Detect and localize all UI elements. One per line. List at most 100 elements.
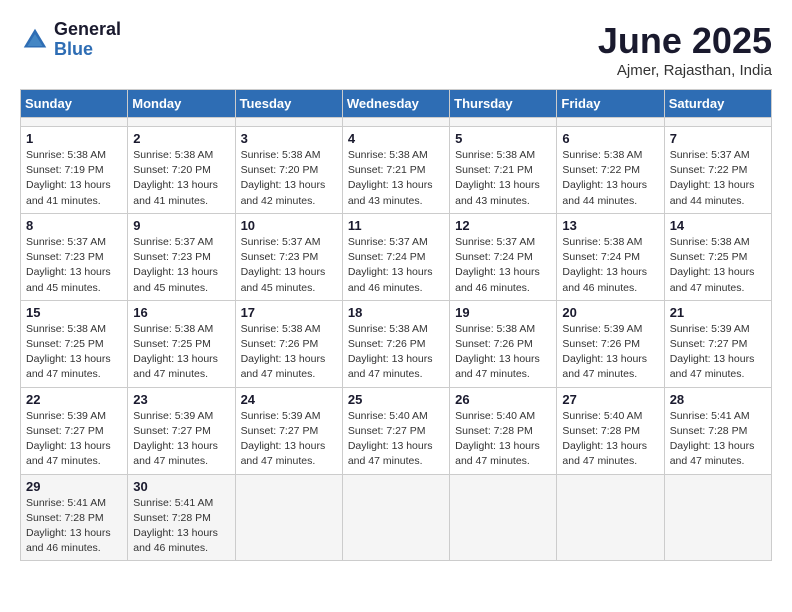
- empty-cell: [664, 118, 771, 127]
- day-15: 15 Sunrise: 5:38 AMSunset: 7:25 PMDaylig…: [21, 300, 128, 387]
- day-info: Sunrise: 5:39 AMSunset: 7:27 PMDaylight:…: [241, 409, 337, 470]
- day-number: 3: [241, 131, 337, 146]
- day-info: Sunrise: 5:38 AMSunset: 7:25 PMDaylight:…: [670, 235, 766, 296]
- day-info: Sunrise: 5:38 AMSunset: 7:22 PMDaylight:…: [562, 148, 658, 209]
- day-number: 21: [670, 305, 766, 320]
- day-number: 18: [348, 305, 444, 320]
- empty-cell: [342, 474, 449, 561]
- day-info: Sunrise: 5:37 AMSunset: 7:23 PMDaylight:…: [26, 235, 122, 296]
- day-26: 26 Sunrise: 5:40 AMSunset: 7:28 PMDaylig…: [450, 387, 557, 474]
- day-6: 6 Sunrise: 5:38 AMSunset: 7:22 PMDayligh…: [557, 127, 664, 214]
- day-17: 17 Sunrise: 5:38 AMSunset: 7:26 PMDaylig…: [235, 300, 342, 387]
- day-12: 12 Sunrise: 5:37 AMSunset: 7:24 PMDaylig…: [450, 213, 557, 300]
- day-16: 16 Sunrise: 5:38 AMSunset: 7:25 PMDaylig…: [128, 300, 235, 387]
- day-number: 23: [133, 392, 229, 407]
- day-number: 10: [241, 218, 337, 233]
- col-thursday: Thursday: [450, 90, 557, 118]
- page-header: General Blue June 2025 Ajmer, Rajasthan,…: [20, 20, 772, 79]
- day-number: 30: [133, 479, 229, 494]
- day-number: 29: [26, 479, 122, 494]
- empty-cell: [21, 118, 128, 127]
- day-number: 19: [455, 305, 551, 320]
- day-number: 28: [670, 392, 766, 407]
- day-number: 11: [348, 218, 444, 233]
- day-number: 26: [455, 392, 551, 407]
- day-info: Sunrise: 5:40 AMSunset: 7:27 PMDaylight:…: [348, 409, 444, 470]
- day-number: 9: [133, 218, 229, 233]
- empty-cell: [557, 118, 664, 127]
- day-info: Sunrise: 5:40 AMSunset: 7:28 PMDaylight:…: [455, 409, 551, 470]
- week-row-1: [21, 118, 772, 127]
- day-24: 24 Sunrise: 5:39 AMSunset: 7:27 PMDaylig…: [235, 387, 342, 474]
- day-info: Sunrise: 5:38 AMSunset: 7:25 PMDaylight:…: [133, 322, 229, 383]
- day-number: 5: [455, 131, 551, 146]
- day-number: 25: [348, 392, 444, 407]
- empty-cell: [664, 474, 771, 561]
- day-number: 14: [670, 218, 766, 233]
- day-8: 8 Sunrise: 5:37 AMSunset: 7:23 PMDayligh…: [21, 213, 128, 300]
- day-info: Sunrise: 5:38 AMSunset: 7:20 PMDaylight:…: [133, 148, 229, 209]
- day-number: 2: [133, 131, 229, 146]
- day-13: 13 Sunrise: 5:38 AMSunset: 7:24 PMDaylig…: [557, 213, 664, 300]
- day-5: 5 Sunrise: 5:38 AMSunset: 7:21 PMDayligh…: [450, 127, 557, 214]
- day-1: 1 Sunrise: 5:38 AMSunset: 7:19 PMDayligh…: [21, 127, 128, 214]
- calendar-header-row: Sunday Monday Tuesday Wednesday Thursday…: [21, 90, 772, 118]
- day-7: 7 Sunrise: 5:37 AMSunset: 7:22 PMDayligh…: [664, 127, 771, 214]
- day-2: 2 Sunrise: 5:38 AMSunset: 7:20 PMDayligh…: [128, 127, 235, 214]
- day-3: 3 Sunrise: 5:38 AMSunset: 7:20 PMDayligh…: [235, 127, 342, 214]
- day-25: 25 Sunrise: 5:40 AMSunset: 7:27 PMDaylig…: [342, 387, 449, 474]
- day-number: 8: [26, 218, 122, 233]
- day-info: Sunrise: 5:39 AMSunset: 7:26 PMDaylight:…: [562, 322, 658, 383]
- col-monday: Monday: [128, 90, 235, 118]
- day-9: 9 Sunrise: 5:37 AMSunset: 7:23 PMDayligh…: [128, 213, 235, 300]
- day-18: 18 Sunrise: 5:38 AMSunset: 7:26 PMDaylig…: [342, 300, 449, 387]
- day-info: Sunrise: 5:38 AMSunset: 7:24 PMDaylight:…: [562, 235, 658, 296]
- day-30: 30 Sunrise: 5:41 AMSunset: 7:28 PMDaylig…: [128, 474, 235, 561]
- col-sunday: Sunday: [21, 90, 128, 118]
- month-title: June 2025: [598, 20, 772, 62]
- day-number: 13: [562, 218, 658, 233]
- day-number: 24: [241, 392, 337, 407]
- day-number: 16: [133, 305, 229, 320]
- empty-cell: [235, 118, 342, 127]
- day-info: Sunrise: 5:39 AMSunset: 7:27 PMDaylight:…: [26, 409, 122, 470]
- day-11: 11 Sunrise: 5:37 AMSunset: 7:24 PMDaylig…: [342, 213, 449, 300]
- day-info: Sunrise: 5:38 AMSunset: 7:19 PMDaylight:…: [26, 148, 122, 209]
- week-row-6: 29 Sunrise: 5:41 AMSunset: 7:28 PMDaylig…: [21, 474, 772, 561]
- day-20: 20 Sunrise: 5:39 AMSunset: 7:26 PMDaylig…: [557, 300, 664, 387]
- day-info: Sunrise: 5:38 AMSunset: 7:20 PMDaylight:…: [241, 148, 337, 209]
- day-number: 22: [26, 392, 122, 407]
- day-info: Sunrise: 5:37 AMSunset: 7:23 PMDaylight:…: [133, 235, 229, 296]
- title-area: June 2025 Ajmer, Rajasthan, India: [598, 20, 772, 79]
- day-info: Sunrise: 5:37 AMSunset: 7:23 PMDaylight:…: [241, 235, 337, 296]
- day-number: 27: [562, 392, 658, 407]
- day-19: 19 Sunrise: 5:38 AMSunset: 7:26 PMDaylig…: [450, 300, 557, 387]
- day-number: 15: [26, 305, 122, 320]
- day-info: Sunrise: 5:41 AMSunset: 7:28 PMDaylight:…: [26, 496, 122, 557]
- empty-cell: [450, 474, 557, 561]
- day-info: Sunrise: 5:37 AMSunset: 7:24 PMDaylight:…: [455, 235, 551, 296]
- empty-cell: [342, 118, 449, 127]
- empty-cell: [450, 118, 557, 127]
- logo-blue-text: Blue: [54, 40, 121, 60]
- day-4: 4 Sunrise: 5:38 AMSunset: 7:21 PMDayligh…: [342, 127, 449, 214]
- col-friday: Friday: [557, 90, 664, 118]
- day-21: 21 Sunrise: 5:39 AMSunset: 7:27 PMDaylig…: [664, 300, 771, 387]
- day-info: Sunrise: 5:39 AMSunset: 7:27 PMDaylight:…: [670, 322, 766, 383]
- empty-cell: [235, 474, 342, 561]
- logo-icon: [20, 25, 50, 55]
- col-saturday: Saturday: [664, 90, 771, 118]
- day-number: 1: [26, 131, 122, 146]
- day-info: Sunrise: 5:41 AMSunset: 7:28 PMDaylight:…: [670, 409, 766, 470]
- logo: General Blue: [20, 20, 121, 60]
- week-row-5: 22 Sunrise: 5:39 AMSunset: 7:27 PMDaylig…: [21, 387, 772, 474]
- day-22: 22 Sunrise: 5:39 AMSunset: 7:27 PMDaylig…: [21, 387, 128, 474]
- day-14: 14 Sunrise: 5:38 AMSunset: 7:25 PMDaylig…: [664, 213, 771, 300]
- logo-general-text: General: [54, 20, 121, 40]
- day-info: Sunrise: 5:38 AMSunset: 7:26 PMDaylight:…: [241, 322, 337, 383]
- calendar-table: Sunday Monday Tuesday Wednesday Thursday…: [20, 89, 772, 561]
- day-number: 20: [562, 305, 658, 320]
- logo-text: General Blue: [54, 20, 121, 60]
- empty-cell: [128, 118, 235, 127]
- col-tuesday: Tuesday: [235, 90, 342, 118]
